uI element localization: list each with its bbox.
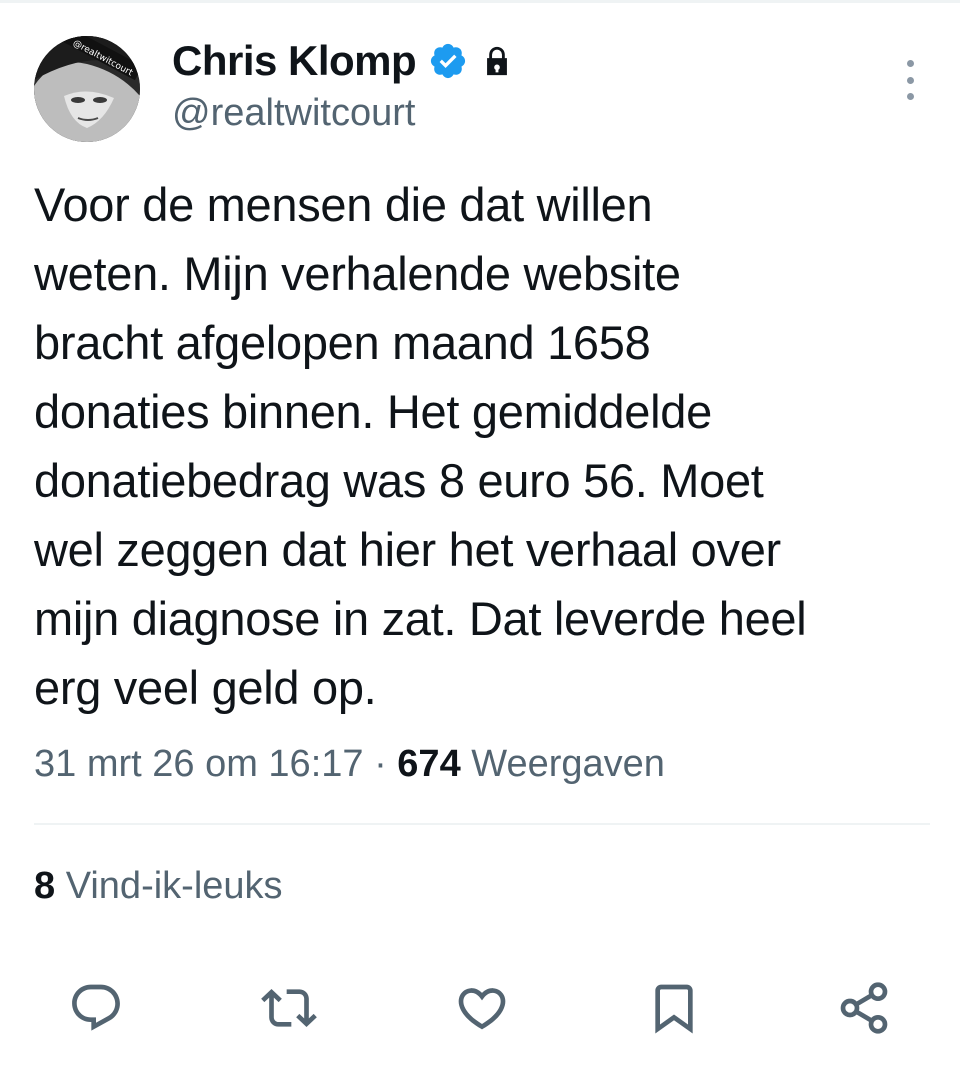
bookmark-button[interactable] — [642, 976, 706, 1040]
views-label: Weergaven — [460, 743, 665, 785]
user-handle[interactable]: @realtwitcourt — [172, 88, 415, 138]
retweet-icon — [261, 989, 317, 1027]
tweet-timestamp[interactable]: 31 mrt 26 om 16:17 — [34, 743, 364, 785]
tweet-text: Voor de mensen die dat willen weten. Mij… — [34, 178, 807, 714]
retweet-button[interactable] — [257, 976, 321, 1040]
meta-separator: · — [363, 743, 398, 785]
reply-icon — [72, 984, 120, 1031]
reply-button[interactable] — [64, 976, 128, 1040]
display-name[interactable]: Chris Klomp — [172, 36, 417, 86]
like-button[interactable] — [450, 976, 514, 1040]
heart-icon — [458, 988, 506, 1030]
more-options-icon[interactable] — [896, 60, 924, 100]
avatar-image: @realtwitcourt — [34, 36, 140, 142]
top-border — [0, 0, 960, 3]
likes-summary[interactable]: 8 Vind-ik-leuks — [34, 858, 283, 914]
share-icon — [840, 982, 888, 1034]
lock-icon — [480, 44, 514, 78]
share-button[interactable] — [832, 976, 896, 1040]
avatar[interactable]: @realtwitcourt — [34, 36, 140, 142]
tweet-meta: 31 mrt 26 om 16:17 · 674 Weergaven — [34, 736, 665, 792]
views-count: 674 — [397, 743, 461, 785]
likes-count: 8 — [34, 865, 56, 907]
bookmark-icon — [655, 984, 693, 1034]
action-bar — [0, 976, 960, 1040]
verified-badge-icon[interactable] — [428, 41, 468, 81]
likes-label: Vind-ik-leuks — [55, 865, 283, 907]
name-row: Chris Klomp — [172, 36, 514, 86]
divider — [34, 823, 930, 825]
